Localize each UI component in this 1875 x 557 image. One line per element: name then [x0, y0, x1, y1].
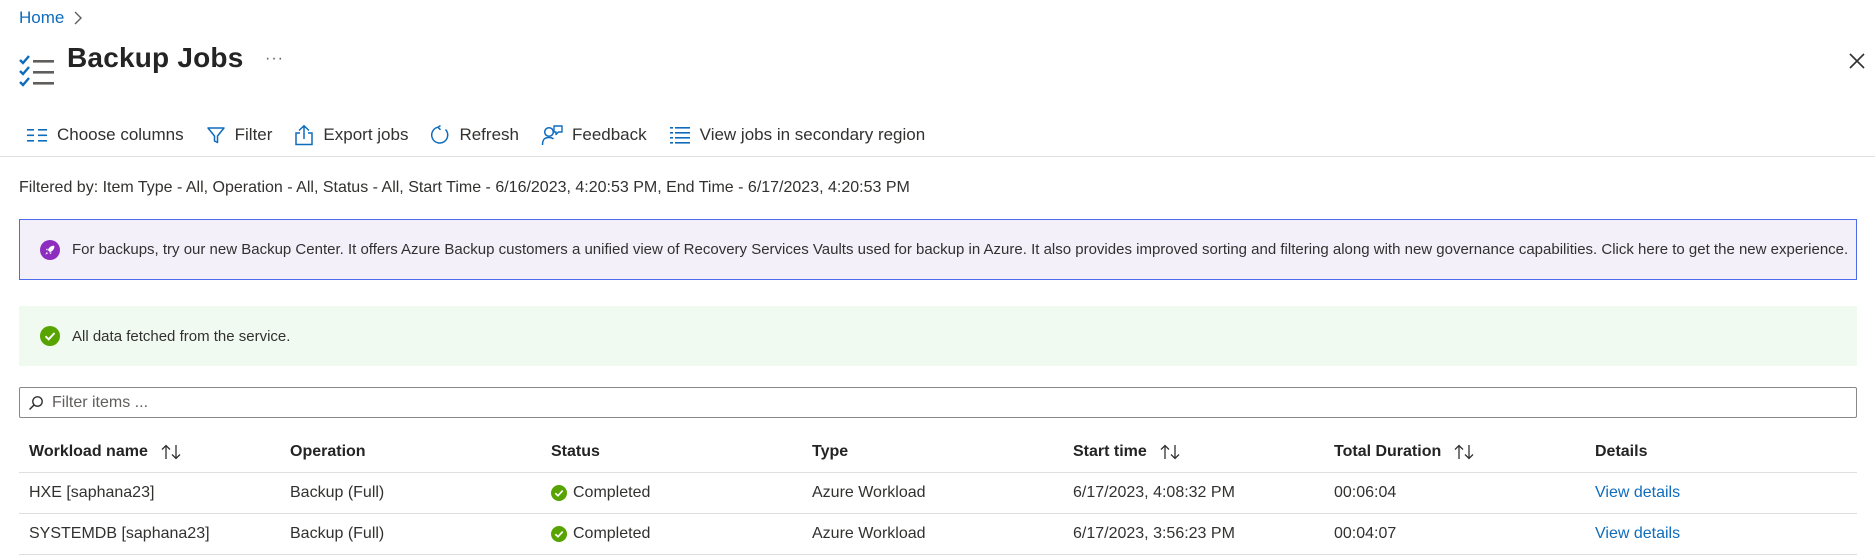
workload-name-cell: SYSTEMDB [saphana23] — [29, 525, 210, 542]
type-cell: Azure Workload — [812, 484, 926, 501]
search-icon — [28, 395, 43, 410]
column-header-operation: Operation — [290, 443, 366, 460]
table-header-row: Workload name Operation Status Type Star… — [19, 432, 1857, 473]
more-options-button[interactable]: ··· — [265, 50, 284, 68]
chevron-right-icon — [74, 11, 83, 25]
toolbar: Choose columns Filter Export jobs Refres… — [26, 122, 947, 148]
table-row[interactable]: HXE [saphana23] Backup (Full) Completed … — [19, 473, 1857, 514]
filter-summary: Filtered by: Item Type - All, Operation … — [19, 179, 910, 196]
status-cell: Completed — [541, 484, 802, 502]
column-header-start-time[interactable]: Start time — [1063, 443, 1324, 461]
table-row[interactable]: SYSTEMDB [saphana23] Backup (Full) Compl… — [19, 514, 1857, 555]
refresh-icon — [431, 125, 449, 144]
filter-items-input[interactable] — [50, 392, 1834, 413]
column-header-workload[interactable]: Workload name — [19, 443, 280, 461]
view-details-link[interactable]: View details — [1595, 484, 1680, 502]
refresh-button[interactable]: Refresh — [430, 125, 519, 145]
choose-columns-button[interactable]: Choose columns — [26, 125, 184, 145]
operation-cell: Backup (Full) — [290, 525, 385, 542]
export-icon — [295, 124, 314, 146]
start-time-cell: 6/17/2023, 4:08:32 PM — [1073, 484, 1235, 501]
toolbar-divider — [0, 156, 1875, 157]
export-jobs-label: Export jobs — [323, 125, 409, 144]
column-header-details: Details — [1595, 443, 1648, 460]
refresh-label: Refresh — [459, 125, 519, 144]
duration-cell: 00:04:07 — [1334, 525, 1397, 542]
columns-icon — [27, 129, 47, 142]
export-jobs-button[interactable]: Export jobs — [294, 124, 408, 146]
sort-icon[interactable] — [1159, 444, 1181, 460]
rocket-icon — [40, 239, 60, 260]
column-header-total-duration[interactable]: Total Duration — [1324, 443, 1585, 461]
type-cell: Azure Workload — [812, 525, 926, 542]
column-header-type: Type — [812, 443, 849, 460]
view-details-link[interactable]: View details — [1595, 525, 1680, 543]
job-list-icon — [19, 55, 54, 87]
status-text: All data fetched from the service. — [72, 327, 291, 345]
status-cell: Completed — [541, 525, 802, 543]
duration-cell: 00:06:04 — [1334, 484, 1397, 501]
feedback-icon — [541, 125, 563, 146]
success-check-icon — [40, 326, 60, 346]
filter-label: Filter — [234, 125, 273, 144]
status-label: Completed — [573, 525, 651, 542]
view-secondary-region-label: View jobs in secondary region — [699, 125, 926, 144]
promo-text: For backups, try our new Backup Center. … — [72, 241, 1849, 258]
feedback-button[interactable]: Feedback — [541, 124, 647, 146]
sort-icon[interactable] — [160, 444, 182, 460]
status-label: Completed — [573, 484, 651, 501]
start-time-cell: 6/17/2023, 3:56:23 PM — [1073, 525, 1235, 542]
backup-center-promo-banner[interactable]: For backups, try our new Backup Center. … — [19, 219, 1857, 280]
filter-button[interactable]: Filter — [206, 125, 273, 145]
breadcrumb: Home — [19, 8, 84, 28]
completed-check-icon — [551, 526, 567, 542]
workload-name-cell: HXE [saphana23] — [29, 484, 155, 501]
filter-items-box — [19, 387, 1857, 418]
operation-cell: Backup (Full) — [290, 484, 385, 501]
jobs-table: Workload name Operation Status Type Star… — [19, 432, 1857, 555]
choose-columns-label: Choose columns — [57, 125, 184, 144]
completed-check-icon — [551, 485, 567, 501]
close-icon[interactable] — [1848, 52, 1866, 70]
list-icon — [669, 127, 690, 144]
feedback-label: Feedback — [571, 125, 647, 144]
sort-icon[interactable] — [1453, 444, 1475, 460]
page-title: Backup Jobs — [67, 42, 244, 73]
status-banner: All data fetched from the service. — [19, 306, 1857, 366]
filter-icon — [206, 127, 225, 144]
view-secondary-region-button[interactable]: View jobs in secondary region — [669, 125, 926, 145]
column-header-status: Status — [551, 443, 600, 460]
breadcrumb-home-link[interactable]: Home — [19, 8, 64, 28]
